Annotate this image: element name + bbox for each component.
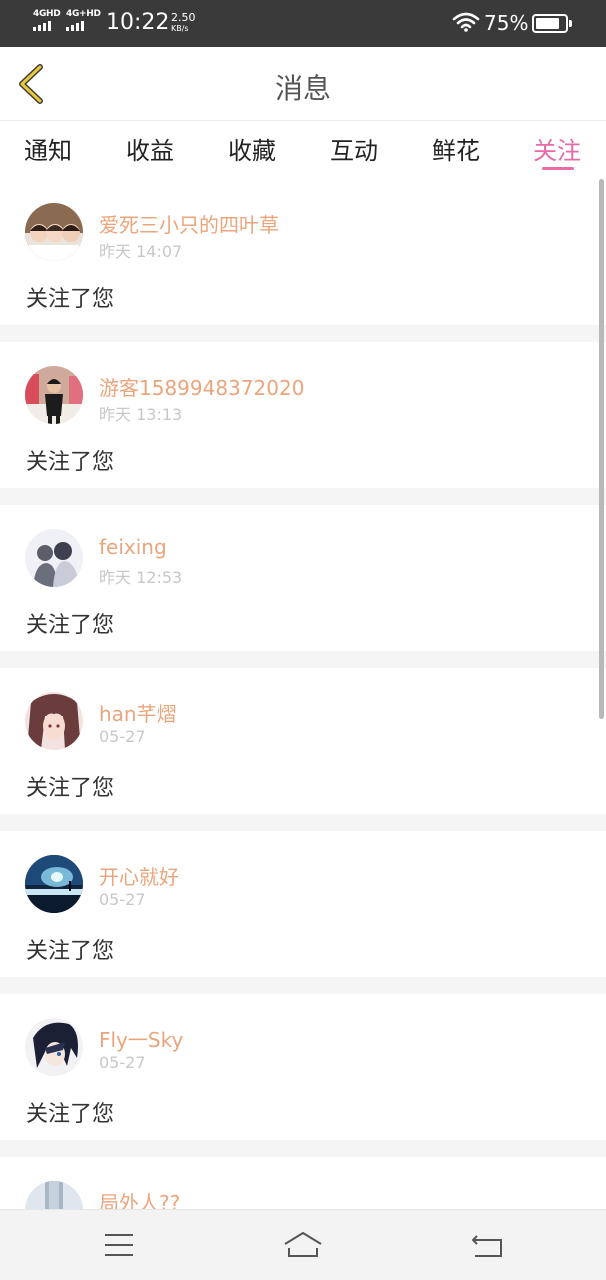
back-arrow-icon[interactable] [467,1230,507,1260]
status-bar: 4GHD 4G+HD 10:22 2.50 KB/s 75% [0,0,606,47]
message-text: 关注了您 [26,287,115,312]
user-name[interactable]: han芊熠 [99,698,177,727]
list-item[interactable]: 游客1589948372020 昨天 13:13 关注了您 [0,342,606,488]
avatar[interactable] [25,855,83,913]
category-tabs: 通知 收益 收藏 互动 鲜花 关注 [0,121,606,179]
avatar[interactable] [25,1181,83,1209]
list-item[interactable]: feixing 昨天 12:53 关注了您 [0,505,606,651]
page-title: 消息 [274,72,331,105]
user-name[interactable]: feixing [99,535,167,559]
active-tab-indicator [542,167,574,170]
message-list[interactable]: 爱死三小只的四叶草 昨天 14:07 关注了您 游客1589948372020 … [0,179,606,1209]
tab-earnings[interactable]: 收益 [126,131,174,166]
message-time: 05-27 [99,727,146,746]
sim1-label: 4GHD [33,9,61,19]
avatar[interactable] [25,529,83,587]
battery-percent: 75% [484,11,529,35]
battery-icon [532,14,572,33]
avatar[interactable] [25,692,83,750]
message-time: 昨天 14:07 [99,242,183,261]
tab-interactions[interactable]: 互动 [330,131,378,166]
signal-bars-icon [33,21,60,31]
list-item[interactable]: 爱死三小只的四叶草 昨天 14:07 关注了您 [0,179,606,325]
user-name[interactable]: Fly一Sky [99,1024,183,1053]
speed-unit: KB/s [171,24,189,33]
message-text: 关注了您 [26,939,115,964]
signal-bars-icon [66,21,101,31]
top-app-bar: 消息 [0,47,606,121]
message-text: 关注了您 [26,776,115,801]
signal-sim2: 4G+HD [66,9,101,31]
user-name[interactable]: 游客1589948372020 [99,372,304,401]
tab-notifications[interactable]: 通知 [24,131,72,166]
message-time: 05-27 [99,890,146,909]
list-item[interactable]: 局外人?? [0,1157,606,1209]
message-time: 05-27 [99,1053,146,1072]
home-icon[interactable] [283,1230,323,1260]
status-time: 10:22 [106,10,170,35]
sim2-label: 4G+HD [66,9,101,19]
message-text: 关注了您 [26,613,115,638]
message-text: 关注了您 [26,1102,115,1127]
message-time: 昨天 13:13 [99,405,183,424]
list-item[interactable]: 开心就好 05-27 关注了您 [0,831,606,977]
wifi-icon [452,12,480,32]
avatar[interactable] [25,366,83,424]
list-item[interactable]: han芊熠 05-27 关注了您 [0,668,606,814]
tab-flowers[interactable]: 鲜花 [432,131,480,166]
tab-favorites[interactable]: 收藏 [228,131,276,166]
menu-icon[interactable] [99,1230,139,1260]
network-speed: 2.50 KB/s [171,12,196,34]
user-name[interactable]: 局外人?? [99,1187,180,1209]
avatar[interactable] [25,1018,83,1076]
message-text: 关注了您 [26,450,115,475]
scrollbar[interactable] [599,179,604,719]
user-name[interactable]: 爱死三小只的四叶草 [99,209,279,238]
system-nav-bar [0,1209,606,1280]
message-time: 昨天 12:53 [99,568,183,587]
list-item[interactable]: Fly一Sky 05-27 关注了您 [0,994,606,1140]
user-name[interactable]: 开心就好 [99,861,179,890]
avatar[interactable] [25,203,83,261]
tab-follows[interactable]: 关注 [533,131,581,166]
signal-sim1: 4GHD [33,9,61,31]
